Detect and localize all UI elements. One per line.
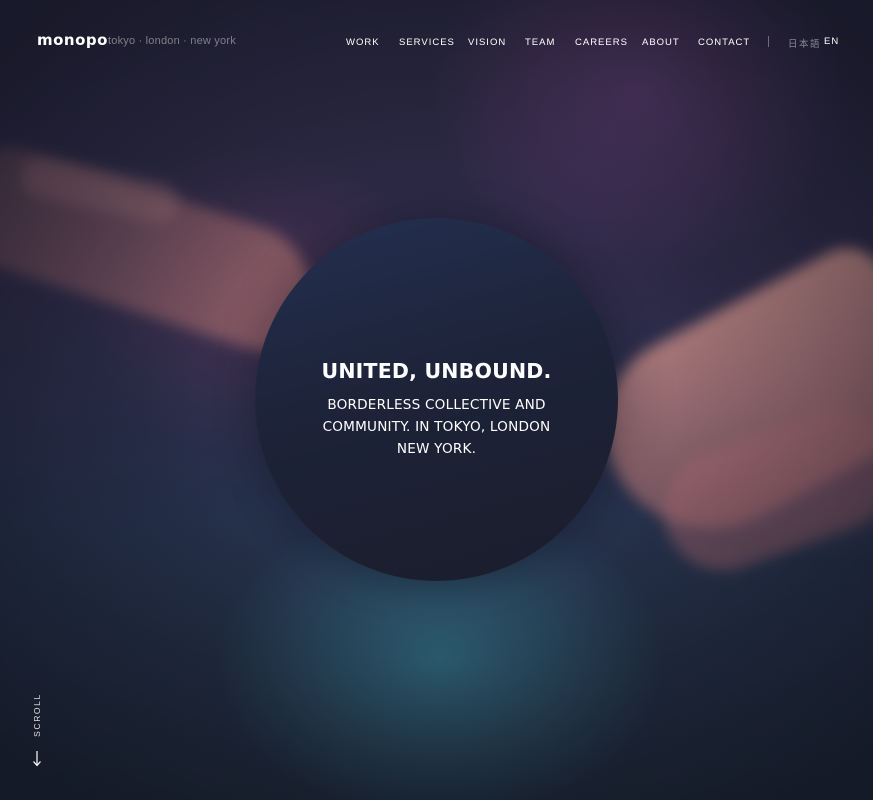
language-switch-japanese[interactable]: 日本語 (788, 36, 821, 50)
arrow-down-icon (33, 751, 41, 767)
nav-item-careers[interactable]: CAREERS (575, 37, 628, 48)
right-hand-detail-shape (646, 392, 873, 588)
language-divider (768, 36, 769, 47)
hero-subline-line-1: BORDERLESS COLLECTIVE AND (327, 397, 546, 413)
scroll-indicator[interactable]: SCROLL (27, 693, 47, 770)
hero-headline: UNITED, UNBOUND. (321, 359, 552, 383)
hero-subline-line-2: COMMUNITY. IN TOKYO, LONDON (322, 419, 551, 435)
scroll-label: SCROLL (32, 693, 42, 737)
nav-item-contact[interactable]: CONTACT (698, 37, 750, 48)
hero-subline-line-3: NEW YORK. (396, 441, 477, 457)
language-switch-english[interactable]: EN (824, 36, 839, 47)
nav-item-services[interactable]: SERVICES (399, 37, 455, 48)
nav-item-work[interactable]: WORK (346, 37, 380, 48)
site-header: monopo tokyo · london · new york WORK SE… (0, 0, 873, 84)
main-navigation: WORK SERVICES VISION TEAM CAREERS ABOUT … (0, 37, 873, 49)
nav-item-team[interactable]: TEAM (525, 37, 555, 48)
left-hand-detail-shape (17, 153, 183, 227)
nav-item-vision[interactable]: VISION (468, 37, 506, 48)
nav-item-about[interactable]: ABOUT (642, 37, 680, 48)
